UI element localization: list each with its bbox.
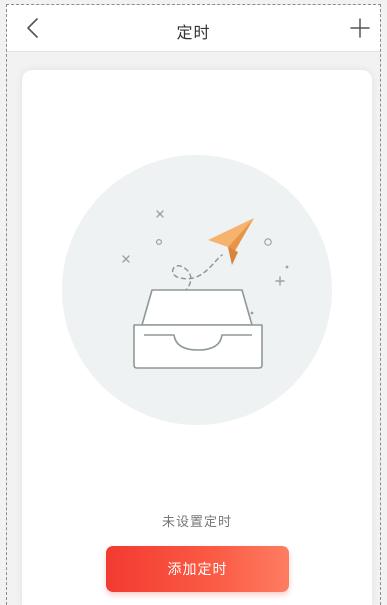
add-button[interactable] [350,18,370,38]
plus-icon [350,18,370,38]
content-card: 未设置定时 添加定时 [22,70,372,605]
page-title: 定时 [176,23,211,42]
empty-state-message: 未设置定时 [161,515,232,530]
empty-inbox-illustration [62,155,332,425]
top-bar: 定时 [7,5,380,52]
add-timer-button[interactable]: 添加定时 [106,546,289,592]
